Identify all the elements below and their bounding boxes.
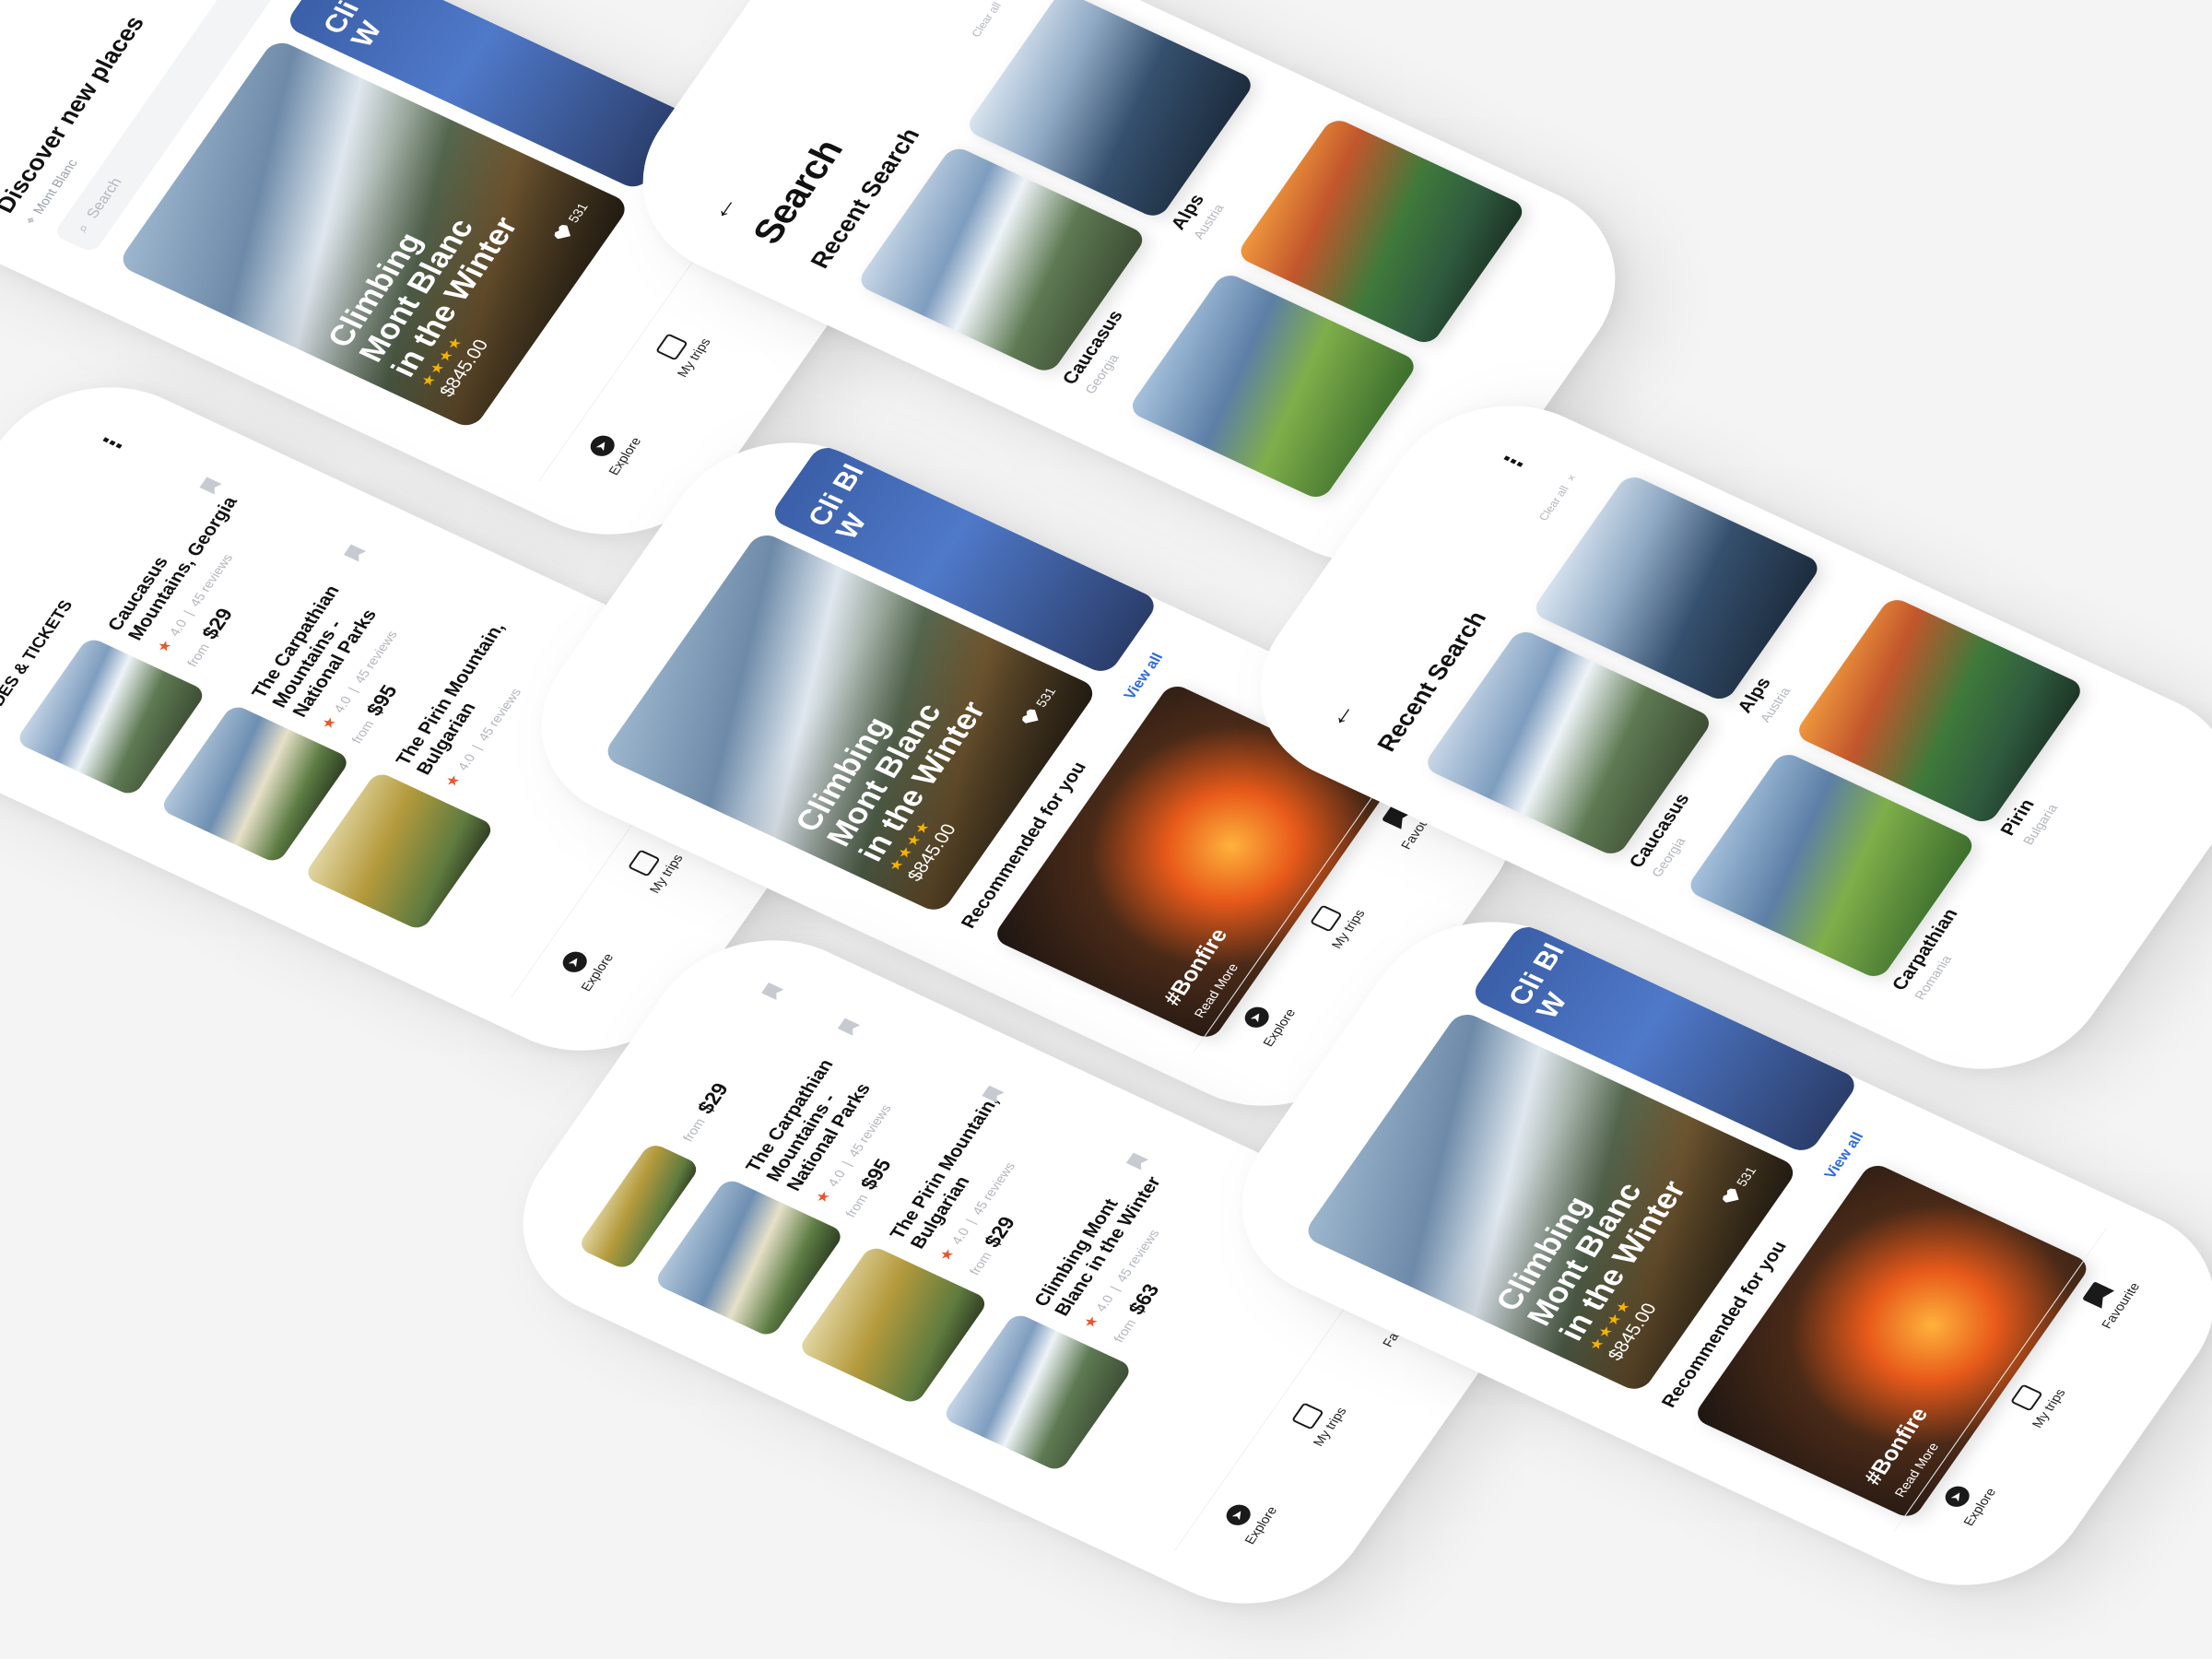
star-icon: ★ [318,714,341,733]
calendar-icon [654,333,688,361]
compass-icon: ➤ [1940,1482,1974,1511]
hero-like[interactable]: 531 [1721,1164,1759,1206]
nav-explore[interactable]: ➤ Explore [1216,1492,1279,1547]
compass-icon: ➤ [558,947,592,976]
search-icon: ⌕ [74,221,94,236]
nav-explore[interactable]: ➤ Explore [1935,1474,1998,1528]
calendar-icon [1309,904,1343,933]
hero-title: Climbing Mont Blanc in the Winter [1488,1175,1693,1347]
bookmark-icon [2081,1281,2114,1309]
recent-caption-alps: Alps Austria [1734,674,1794,724]
mockup-stage: Discover new places ⌖ Mont Blanc ⌕ Searc… [0,0,2212,1659]
star-icon: ★ [936,1246,959,1265]
nav-trips[interactable]: My trips [1302,895,1367,950]
calendar-icon [627,849,661,877]
recent-caption-alps: Alps Austria [1167,191,1227,241]
view-all-link[interactable]: View all [1122,651,1168,702]
heart-icon [1721,1186,1744,1206]
compass-icon: ➤ [1240,1003,1274,1031]
hero-card-next-title: Cli Bl W [317,0,389,52]
more-dots-icon[interactable]: ⋮ [1494,445,1535,477]
clear-all-button[interactable]: Clear all × [969,0,1012,39]
compass-icon: ➤ [1221,1500,1255,1529]
clear-all-button[interactable]: Clear all × [1536,473,1580,523]
close-icon: × [1563,472,1580,484]
calendar-icon [2009,1383,2043,1412]
hero-like[interactable]: 531 [1020,685,1059,727]
star-icon: ★ [1080,1313,1103,1332]
hero-title: Climbing Mont Blanc in the Winter [320,211,525,382]
list-body: Caucasus Mountains, Georgia ★ 4.0 | 45 revi… [98,475,303,670]
star-icon: ★ [812,1188,835,1206]
calendar-icon [1290,1402,1324,1430]
location-pin-icon: ⌖ [21,214,40,227]
compass-icon: ➤ [585,431,619,460]
nav-favourite[interactable]: Favourite [2072,1268,2142,1331]
view-all-link[interactable]: View all [1822,1130,1868,1182]
heart-icon [1020,707,1043,727]
nav-trips[interactable]: My trips [1284,1393,1348,1448]
nav-explore[interactable]: ➤ Explore [552,939,616,994]
nav-explore[interactable]: ➤ Explore [580,423,643,477]
more-dots-icon[interactable]: ⋮ [93,427,134,459]
nav-trips[interactable]: My trips [620,840,685,895]
hero-title: Climbing Mont Blanc in the Winter [788,696,993,867]
back-arrow-icon[interactable]: ← [1318,696,1362,732]
back-arrow-icon[interactable]: ← [700,189,745,225]
star-icon: ★ [154,637,177,656]
heart-icon [552,223,575,243]
nav-trips[interactable]: My trips [648,324,712,379]
nav-explore[interactable]: ➤ Explore [1234,994,1298,1049]
hero-like[interactable]: 531 [552,201,591,243]
star-icon: ★ [442,771,465,790]
nav-trips[interactable]: My trips [2003,1374,2067,1430]
hero-card-next-title: Cli Bl W [1502,939,1574,1024]
hero-card-next-title: Cli Bl W [802,460,874,545]
